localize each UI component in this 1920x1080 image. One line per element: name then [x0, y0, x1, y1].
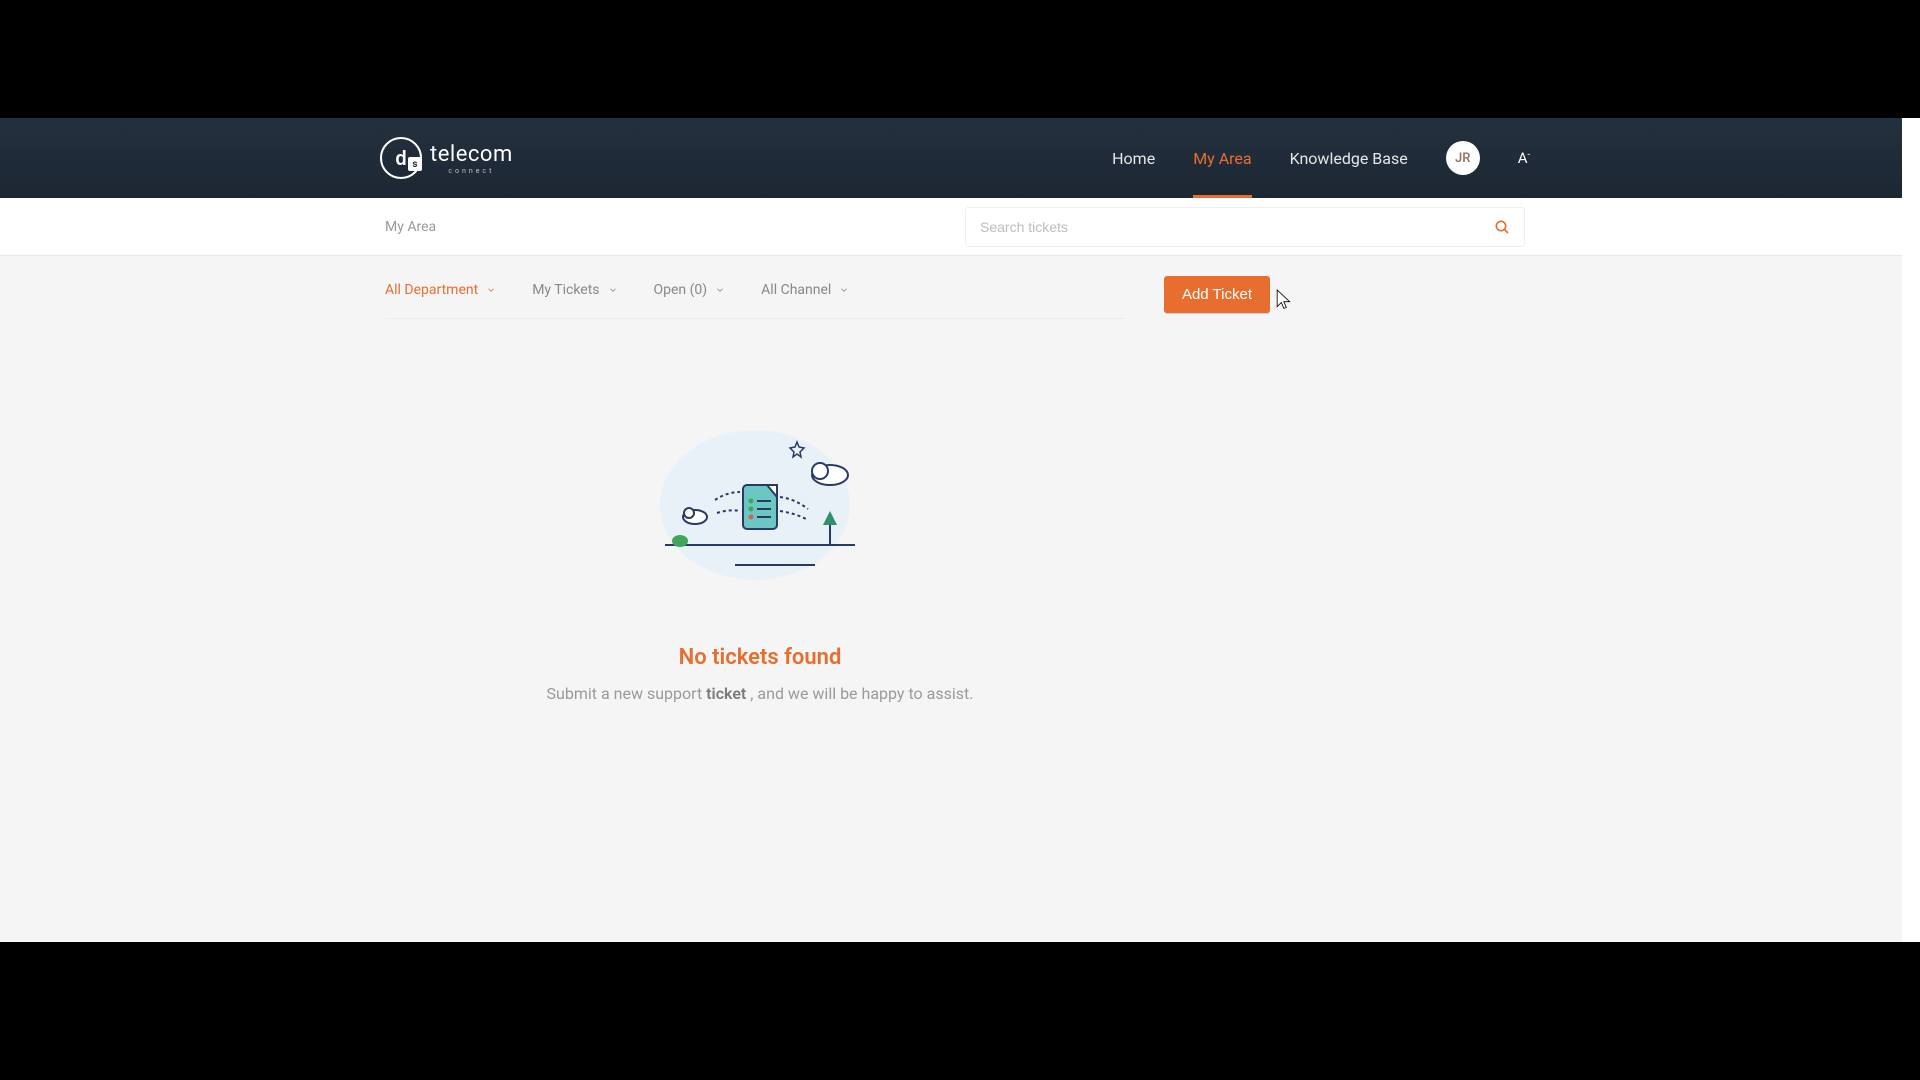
search-input[interactable]	[980, 219, 1494, 235]
chevron-down-icon	[839, 285, 849, 295]
filter-channel-label: All Channel	[761, 282, 831, 298]
sub-header: My Area	[0, 198, 1920, 256]
text-size-toggle[interactable]: A-	[1518, 149, 1530, 167]
logo-letter-s: s	[408, 157, 422, 171]
filter-channel[interactable]: All Channel	[761, 282, 849, 298]
filter-status-label: Open (0)	[654, 282, 708, 298]
nav-knowledge-base[interactable]: Knowledge Base	[1290, 118, 1408, 198]
logo-text-wrap: telecom connect	[430, 142, 513, 175]
brand-sub: connect	[430, 167, 513, 175]
logo-mark: d s	[380, 137, 422, 179]
filters-divider	[385, 318, 1125, 319]
empty-illustration	[645, 405, 875, 595]
app-window: d s telecom connect Home My Area Knowled…	[0, 118, 1920, 942]
user-avatar[interactable]: JR	[1446, 141, 1480, 175]
empty-title: No tickets found	[385, 645, 1135, 670]
filters-row: All Department My Tickets Open (0) All C…	[385, 282, 1535, 298]
search-icon[interactable]	[1494, 219, 1510, 235]
filter-scope[interactable]: My Tickets	[532, 282, 617, 298]
brand-logo[interactable]: d s telecom connect	[380, 137, 513, 179]
filter-department-label: All Department	[385, 282, 478, 298]
breadcrumb[interactable]: My Area	[385, 219, 436, 235]
chevron-down-icon	[486, 285, 496, 295]
nav-home[interactable]: Home	[1112, 118, 1155, 198]
chevron-down-icon	[715, 285, 725, 295]
logo-letter-d: d	[395, 146, 406, 170]
top-header: d s telecom connect Home My Area Knowled…	[0, 118, 1920, 198]
search-container	[965, 207, 1525, 247]
empty-subtitle: Submit a new support ticket , and we wil…	[385, 684, 1135, 703]
empty-sub-prefix: Submit a new support	[547, 684, 707, 703]
add-ticket-button[interactable]: Add Ticket	[1164, 276, 1270, 313]
cursor-icon	[1273, 288, 1293, 312]
text-size-label: A	[1518, 149, 1528, 167]
empty-state: No tickets found Submit a new support ti…	[385, 405, 1135, 703]
empty-sub-suffix: , and we will be happy to assist.	[746, 684, 973, 703]
nav-my-area[interactable]: My Area	[1193, 118, 1251, 198]
scrollbar-track[interactable]	[1902, 118, 1920, 942]
brand-name: telecom	[430, 142, 513, 167]
chevron-down-icon	[608, 285, 618, 295]
filter-scope-label: My Tickets	[532, 282, 599, 298]
content-area: All Department My Tickets Open (0) All C…	[0, 256, 1920, 703]
filter-status[interactable]: Open (0)	[654, 282, 726, 298]
main-nav: Home My Area Knowledge Base JR A-	[1112, 118, 1530, 198]
filter-department[interactable]: All Department	[385, 282, 496, 298]
empty-sub-link[interactable]: ticket	[706, 684, 746, 703]
